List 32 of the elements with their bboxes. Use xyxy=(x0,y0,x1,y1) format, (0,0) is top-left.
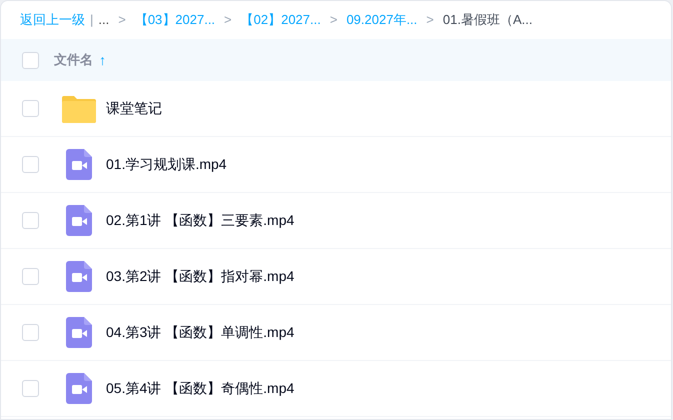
file-row[interactable]: 05.第4讲 【函数】奇偶性.mp4 xyxy=(1,361,671,417)
video-file-icon xyxy=(66,261,92,292)
breadcrumb-separator: > xyxy=(223,11,233,30)
folder-icon xyxy=(62,94,96,122)
video-file-icon xyxy=(66,205,92,236)
file-row[interactable]: 课堂笔记 xyxy=(1,81,671,137)
checkbox[interactable] xyxy=(22,52,39,68)
breadcrumb-separator: > xyxy=(328,11,338,30)
checkbox[interactable] xyxy=(22,156,39,173)
file-name: 01.学习规划课.mp4 xyxy=(106,155,227,174)
breadcrumb-ellipsis: ... xyxy=(98,11,110,30)
checkbox[interactable] xyxy=(22,212,39,229)
checkbox[interactable] xyxy=(22,380,39,397)
checkbox[interactable] xyxy=(22,100,39,117)
file-name: 02.第1讲 【函数】三要素.mp4 xyxy=(106,211,294,230)
breadcrumb-divider: | xyxy=(90,11,94,30)
file-name: 04.第3讲 【函数】单调性.mp4 xyxy=(106,323,294,342)
file-name: 课堂笔记 xyxy=(106,99,162,118)
checkbox[interactable] xyxy=(22,268,39,285)
current-folder-title: 01.暑假班（A... xyxy=(442,11,532,30)
video-file-icon xyxy=(66,317,92,348)
breadcrumb-separator: > xyxy=(117,11,127,30)
file-row[interactable]: 01.学习规划课.mp4 xyxy=(1,137,671,193)
file-row[interactable]: 04.第3讲 【函数】单调性.mp4 xyxy=(1,305,671,361)
video-file-icon xyxy=(66,149,92,180)
file-row[interactable]: 02.第1讲 【函数】三要素.mp4 xyxy=(1,193,671,249)
file-row[interactable]: 03.第2讲 【函数】指对幂.mp4 xyxy=(1,249,671,305)
file-name: 03.第2讲 【函数】指对幂.mp4 xyxy=(106,267,294,286)
video-file-icon xyxy=(66,373,92,404)
file-name: 05.第4讲 【函数】奇偶性.mp4 xyxy=(106,379,294,398)
breadcrumb-separator: > xyxy=(425,11,435,30)
checkbox[interactable] xyxy=(22,324,39,341)
